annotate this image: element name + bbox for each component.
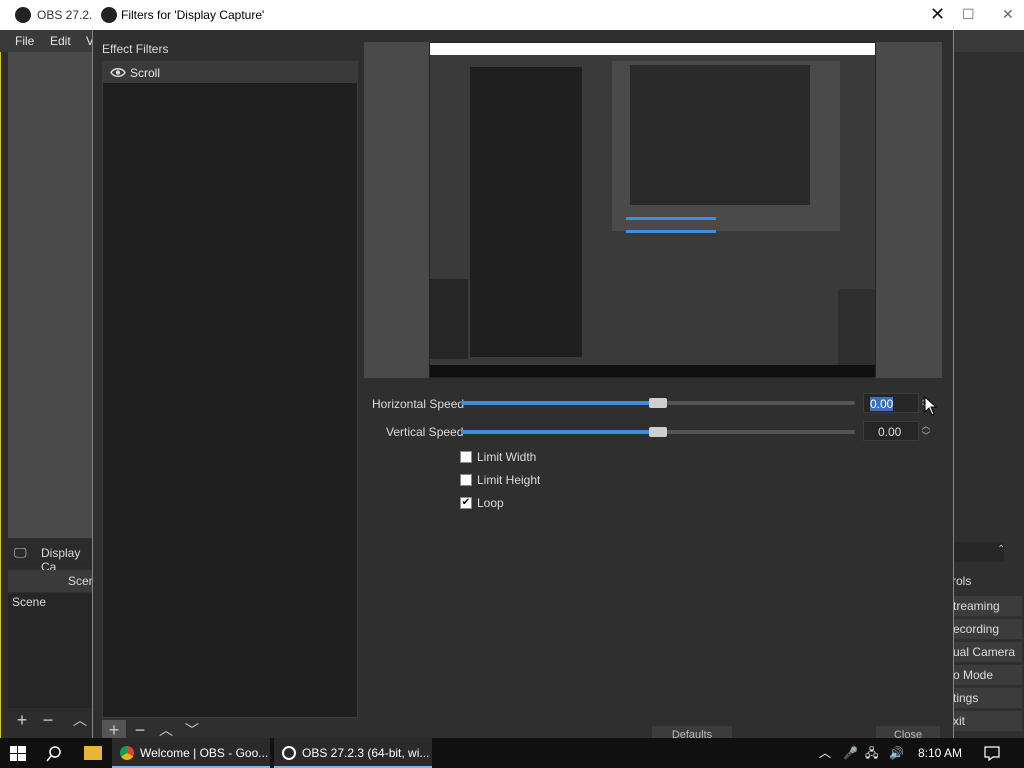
nested-taskbar [430,365,875,377]
source-bar: 🖵 Display Ca [8,540,98,574]
limit-width-checkbox[interactable] [460,451,472,463]
vertical-speed-thumb[interactable] [649,427,667,437]
nested-preview-inner [630,65,810,205]
nested-scenes [430,279,468,359]
menu-edit[interactable]: Edit [50,34,71,48]
effect-filters-label: Effect Filters [102,42,169,56]
start-streaming-button[interactable]: treaming [952,596,1022,616]
chevron-up-icon[interactable]: ︿ [919,421,933,431]
horizontal-speed-slider[interactable] [461,398,855,408]
preview-screen-capture [429,42,876,378]
obs-window-title: OBS 27.2.3 [37,8,100,22]
network-icon[interactable]: 🖧 [865,738,878,768]
taskbar-chrome-app[interactable]: Welcome | OBS - Goo... [112,738,270,768]
volume-icon[interactable]: 🔊 [889,738,904,768]
maximize-icon[interactable]: ☐ [962,6,975,23]
settings-button[interactable]: tings [952,688,1022,708]
taskbar: Welcome | OBS - Goo... OBS 27.2.3 (64-bi… [0,738,1024,768]
limit-width-label: Limit Width [477,450,537,464]
nested-controls [838,289,875,369]
scenes-list: Scene [8,593,98,708]
chrome-icon [120,746,134,760]
windows-start-icon[interactable] [10,746,26,761]
eye-icon[interactable] [110,67,126,78]
scene-item[interactable]: Scene [12,595,46,609]
vertical-speed-slider[interactable] [461,427,855,437]
filter-toolbar: + − ︿ ﹀ [102,720,358,740]
obs-logo-icon [15,7,31,23]
filter-name: Scroll [130,66,161,80]
vertical-speed-input[interactable]: 0.00 [863,421,919,441]
move-up-icon[interactable]: ︿ [68,710,92,730]
add-filter-icon[interactable]: + [102,720,126,740]
move-up-icon[interactable]: ︿ [154,720,178,740]
nested-slider-2 [626,230,716,233]
move-down-icon[interactable]: ﹀ [180,720,204,740]
limit-height-label: Limit Height [477,473,541,487]
obs-logo-icon [282,746,296,760]
dialog-title: Filters for 'Display Capture' [121,8,265,22]
scenes-header: Scen [8,570,98,592]
microphone-icon[interactable]: 🎤 [843,738,858,768]
menu-file[interactable]: File [15,34,34,48]
file-explorer-icon[interactable] [84,746,102,760]
mouse-cursor-icon [924,396,938,416]
obs-label: OBS 27.2.3 (64-bit, wi... [302,746,430,760]
search-icon[interactable] [46,746,62,762]
remove-filter-icon[interactable]: − [128,720,152,740]
monitor-icon: 🖵 [14,545,27,560]
chevron-up-icon[interactable]: ︿ [819,738,831,768]
vertical-speed-value: 0.00 [878,425,902,439]
horizontal-speed-fill [461,401,658,405]
vertical-speed-spinner[interactable]: ︿ ﹀ [919,421,933,441]
nested-slider-1 [626,217,716,220]
vertical-speed-label: Vertical Speed [386,425,464,439]
virtual-camera-button[interactable]: ual Camera [952,642,1022,662]
vertical-speed-fill [461,430,658,434]
start-recording-button[interactable]: ecording [952,619,1022,639]
obs-logo-icon [101,7,117,23]
chevron-updown-icon[interactable]: ⌃ [997,544,1005,555]
add-scene-icon[interactable]: + [10,710,34,730]
horizontal-speed-thumb[interactable] [649,398,667,408]
remove-scene-icon[interactable]: − [36,710,60,730]
filter-list [102,61,358,718]
controls-header: rols [952,574,972,588]
studio-mode-button[interactable]: o Mode [952,665,1022,685]
taskbar-obs-app[interactable]: OBS 27.2.3 (64-bit, wi... [274,738,432,768]
exit-button[interactable]: xit [952,711,1022,731]
clock[interactable]: 8:10 AM [918,746,962,760]
close-icon[interactable]: ✕ [930,4,945,25]
loop-checkbox[interactable]: ✔ [460,497,472,509]
horizontal-speed-label: Horizontal Speed [372,397,465,411]
notification-icon[interactable] [984,746,1000,761]
close-icon[interactable]: ✕ [1002,6,1014,23]
nested-filter-list [470,67,582,357]
scenes-toolbar: + − ︿ [8,708,98,736]
horizontal-speed-value: 0.00 [870,397,894,411]
dialog-titlebar: Filters for 'Display Capture' ✕ [92,0,954,30]
limit-height-checkbox[interactable] [460,474,472,486]
chrome-label: Welcome | OBS - Goo... [140,746,269,760]
loop-label: Loop [477,496,504,510]
nested-titlebar [430,43,875,55]
filter-list-item[interactable]: Scroll [103,62,357,83]
chevron-down-icon[interactable]: ﹀ [919,431,933,441]
horizontal-speed-input[interactable]: 0.00 [863,393,919,413]
